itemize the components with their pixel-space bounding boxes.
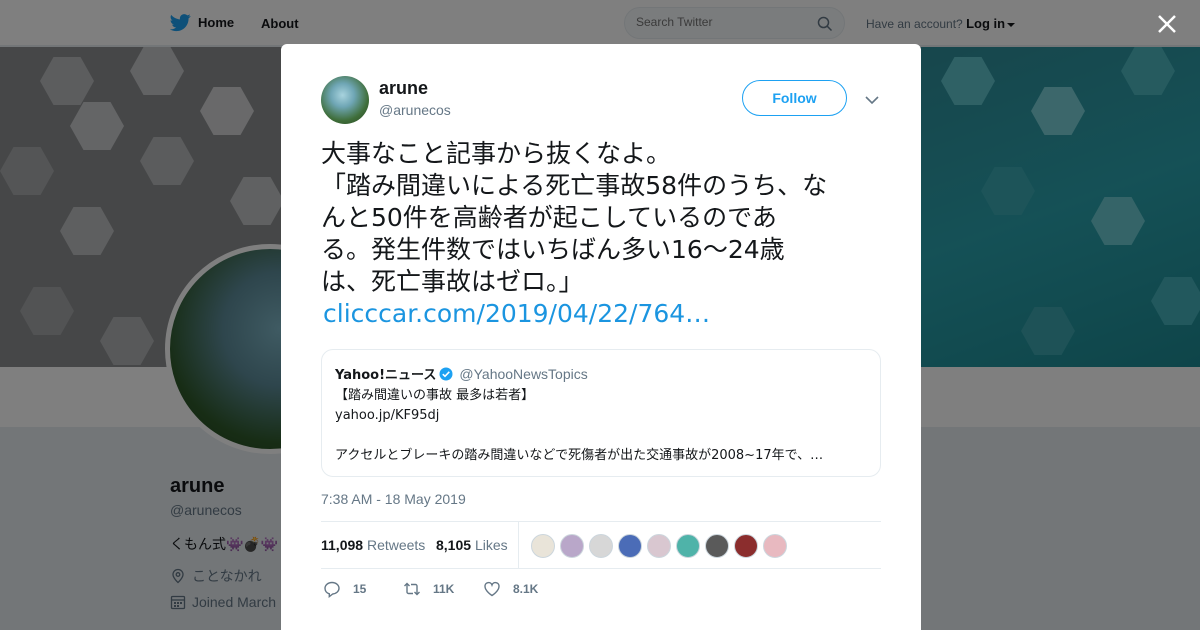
quoted-link: yahoo.jp/KF95dj	[335, 408, 440, 423]
like-label: Likes	[474, 537, 508, 553]
retweet-label: Retweets	[366, 537, 426, 553]
close-icon[interactable]	[1155, 12, 1179, 36]
tweet-timestamp[interactable]: 7:38 AM - 18 May 2019	[321, 491, 466, 507]
liker-avatar[interactable]	[763, 534, 787, 558]
liker-avatar[interactable]	[589, 534, 613, 558]
retweet-icon[interactable]	[403, 580, 421, 598]
tweet-text: 大事なこと記事から抜くなよ。 「踏み間違いによる死亡事故58件のうち、な んと5…	[321, 138, 891, 330]
liker-avatar[interactable]	[676, 534, 700, 558]
liker-avatar[interactable]	[734, 534, 758, 558]
tweet-menu-chevron-icon[interactable]	[865, 92, 881, 105]
like-action[interactable]: 8.1K	[483, 580, 538, 598]
tweet-link[interactable]: clicccar.com/2019/04/22/764…	[323, 298, 891, 330]
quoted-author-handle: @YahooNewsTopics	[459, 365, 588, 382]
quoted-tweet-header: Yahoo!ニュース @YahooNewsTopics	[335, 364, 588, 384]
reply-action[interactable]: 15	[323, 580, 366, 598]
liker-avatar[interactable]	[531, 534, 555, 558]
tweet-author-avatar[interactable]	[321, 76, 369, 124]
quoted-line: 【踏み間違いの事故 最多は若者】	[335, 388, 535, 403]
reply-count: 15	[353, 582, 367, 596]
tweet-text-line: は、死亡事故はゼロ。」	[321, 267, 584, 296]
reply-icon[interactable]	[323, 580, 341, 598]
quoted-tweet-body: 【踏み間違いの事故 最多は若者】 yahoo.jp/KF95dj アクセルとブレ…	[335, 386, 870, 466]
tweet-modal: arune @arunecos Follow 大事なこと記事から抜くなよ。 「踏…	[281, 44, 921, 630]
tweet-text-line: る。発生件数ではいちばん多い16～24歳	[321, 235, 785, 264]
liker-avatar[interactable]	[560, 534, 584, 558]
liker-avatar[interactable]	[705, 534, 729, 558]
tweet-text-line: んと50件を高齢者が起こしているのであ	[321, 203, 777, 232]
tweet-stats: 11,098 Retweets 8,105 Likes	[321, 521, 881, 569]
retweet-action-count: 11K	[433, 582, 455, 596]
like-count: 8,105	[436, 537, 472, 553]
quoted-tweet[interactable]: Yahoo!ニュース @YahooNewsTopics 【踏み間違いの事故 最多…	[321, 349, 881, 477]
stats-divider	[518, 522, 519, 569]
liker-avatar[interactable]	[618, 534, 642, 558]
tweet-text-line: 大事なこと記事から抜くなよ。	[321, 139, 672, 168]
tweet-author-handle[interactable]: @arunecos	[379, 102, 451, 118]
follow-button[interactable]: Follow	[742, 80, 847, 116]
retweet-action[interactable]: 11K	[403, 580, 454, 598]
quoted-line: アクセルとブレーキの踏み間違いなどで死傷者が出た交通事故が2008~17年で、…	[335, 448, 824, 463]
retweet-stat[interactable]: 11,098 Retweets	[321, 537, 425, 553]
tweet-actions: 15 11K 8.1K	[321, 580, 881, 600]
tweet-text-line: 「踏み間違いによる死亡事故58件のうち、な	[321, 171, 828, 200]
tweet-author-name[interactable]: arune	[379, 78, 428, 99]
liker-avatars	[531, 534, 787, 558]
quoted-author-name: Yahoo!ニュース	[335, 368, 437, 383]
heart-icon[interactable]	[483, 580, 501, 598]
verified-badge-icon	[439, 367, 453, 380]
retweet-count: 11,098	[321, 537, 364, 553]
like-stat[interactable]: 8,105 Likes	[436, 537, 508, 553]
like-action-count: 8.1K	[513, 582, 539, 596]
liker-avatar[interactable]	[647, 534, 671, 558]
